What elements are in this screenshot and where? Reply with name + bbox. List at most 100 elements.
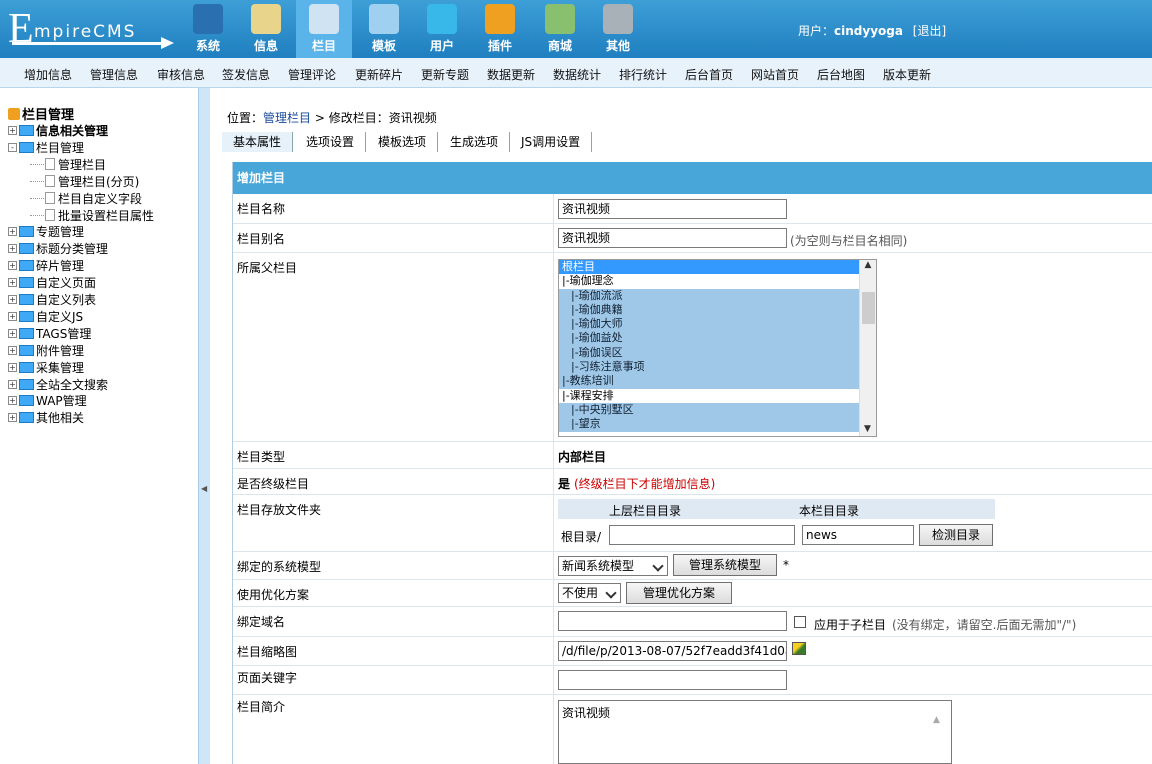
tree-item-10[interactable]: + 自定义列表: [8, 291, 96, 308]
tree-item-15[interactable]: + 全站全文搜索: [8, 376, 108, 393]
menu-item-2[interactable]: 审核信息: [157, 66, 205, 83]
row-alias: 栏目别名 资讯视频 (为空则与栏目名相同): [233, 224, 1152, 253]
domain-input[interactable]: [558, 611, 787, 631]
tree-item-17[interactable]: + 其他相关: [8, 409, 84, 426]
menu-item-5[interactable]: 更新碎片: [355, 66, 403, 83]
menu-item-8[interactable]: 数据统计: [553, 66, 601, 83]
expand-icon[interactable]: +: [8, 362, 17, 372]
nav-gear[interactable]: 其他: [590, 0, 646, 58]
tree-item-4[interactable]: 栏目自定义字段: [30, 190, 142, 207]
menu-item-10[interactable]: 后台首页: [685, 66, 733, 83]
expand-icon[interactable]: +: [8, 311, 17, 321]
menu-item-0[interactable]: 增加信息: [24, 66, 72, 83]
menu-item-13[interactable]: 版本更新: [883, 66, 931, 83]
manage-model-button[interactable]: 管理系统模型: [673, 554, 777, 576]
nav-card[interactable]: 商城: [532, 0, 588, 58]
menu-item-4[interactable]: 管理评论: [288, 66, 336, 83]
keywords-input[interactable]: [558, 670, 787, 690]
listbox-scrollbar[interactable]: ▲ ▼: [859, 260, 876, 436]
expand-icon[interactable]: +: [8, 126, 17, 135]
scroll-up-icon[interactable]: ▲: [860, 260, 876, 270]
tab-1[interactable]: 选项设置: [295, 132, 367, 152]
parent-column-listbox[interactable]: 根栏目 |-瑜伽理念 |-瑜伽流派 |-瑜伽典籍 |-瑜伽大师 |-瑜伽益处 |-瑜伽误区 |…: [558, 259, 877, 437]
parent-option[interactable]: |-瑜伽大师: [559, 317, 876, 332]
nav-folder[interactable]: 栏目: [296, 0, 352, 58]
parent-option[interactable]: |-瑜伽典籍: [559, 302, 876, 318]
scroll-thumb[interactable]: [862, 292, 875, 324]
parent-option[interactable]: 根栏目: [559, 260, 876, 275]
page-icon: [45, 209, 55, 221]
intro-textarea[interactable]: 资讯视频: [558, 700, 952, 764]
expand-icon[interactable]: +: [8, 244, 17, 254]
expand-icon[interactable]: +: [8, 261, 17, 271]
parent-option[interactable]: |-瑜伽误区: [559, 345, 876, 361]
tree-item-3[interactable]: 管理栏目(分页): [30, 173, 139, 190]
menu-item-3[interactable]: 签发信息: [222, 66, 270, 83]
folder-input[interactable]: news: [802, 525, 914, 545]
tab-3[interactable]: 生成选项: [439, 132, 511, 152]
parent-option[interactable]: |-中央别墅区: [559, 402, 876, 418]
menu-item-11[interactable]: 网站首页: [751, 66, 799, 83]
name-input[interactable]: 资讯视频: [558, 199, 787, 219]
menu-item-1[interactable]: 管理信息: [90, 66, 138, 83]
parent-folder-input[interactable]: [609, 525, 795, 545]
parent-option[interactable]: |-瑜伽理念: [559, 274, 876, 289]
tree-item-2[interactable]: 管理栏目: [30, 156, 106, 173]
alias-input[interactable]: 资讯视频: [558, 228, 787, 248]
nav-window[interactable]: 模板: [356, 0, 412, 58]
menu-item-6[interactable]: 更新专题: [421, 66, 469, 83]
folder-icon: [19, 243, 34, 255]
tree-item-1[interactable]: - 栏目管理: [8, 139, 84, 156]
expand-icon[interactable]: +: [8, 295, 17, 304]
tab-0[interactable]: 基本属性: [222, 132, 294, 152]
tree-item-0[interactable]: + 信息相关管理: [8, 122, 108, 139]
parent-option[interactable]: |-习练注意事项: [559, 360, 876, 375]
thumbnail-input[interactable]: /d/file/p/2013-08-07/52f7eadd3f41d0a5ac: [558, 641, 787, 661]
expand-icon[interactable]: +: [8, 345, 17, 355]
nav-user[interactable]: 用户: [414, 0, 470, 58]
nav-globe[interactable]: 系统: [180, 0, 236, 58]
tree-item-5[interactable]: 批量设置栏目属性: [30, 207, 154, 224]
tree-item-11[interactable]: + 自定义JS: [8, 308, 83, 325]
menu-item-12[interactable]: 后台地图: [817, 66, 865, 83]
parent-option[interactable]: |-瑜伽益处: [559, 331, 876, 346]
panel-splitter[interactable]: ◀: [198, 88, 210, 764]
collapse-icon[interactable]: -: [8, 142, 17, 152]
manage-optimize-button[interactable]: 管理优化方案: [626, 582, 732, 604]
scroll-down-icon[interactable]: ▼: [860, 424, 875, 434]
parent-option[interactable]: |-瑜伽流派: [559, 288, 876, 303]
select-image-icon[interactable]: [792, 642, 806, 655]
tree-item-6[interactable]: + 专题管理: [8, 223, 84, 240]
tree-item-14[interactable]: + 采集管理: [8, 359, 84, 376]
tab-2[interactable]: 模板选项: [367, 132, 439, 152]
tree-item-7[interactable]: + 标题分类管理: [8, 240, 108, 257]
tree-item-13[interactable]: + 附件管理: [8, 342, 84, 359]
parent-option[interactable]: |-望京: [559, 417, 876, 432]
optimize-select[interactable]: 不使用: [558, 583, 621, 603]
nav-notepad[interactable]: 信息: [238, 0, 294, 58]
tree-item-9[interactable]: + 自定义页面: [8, 274, 96, 291]
menu-item-9[interactable]: 排行统计: [619, 66, 667, 83]
parent-option[interactable]: |-课程安排: [559, 388, 876, 403]
expand-icon[interactable]: +: [8, 278, 17, 288]
expand-icon[interactable]: +: [8, 413, 17, 423]
expand-icon[interactable]: +: [8, 396, 17, 406]
breadcrumb-link-manage[interactable]: 管理栏目: [263, 111, 311, 125]
expand-icon[interactable]: +: [8, 379, 17, 389]
tab-4[interactable]: JS调用设置: [510, 132, 593, 152]
apply-subcolumn-checkbox[interactable]: [794, 616, 806, 628]
check-folder-button[interactable]: 检测目录: [919, 524, 993, 546]
nav-tools[interactable]: 插件: [472, 0, 528, 58]
row-type: 栏目类型 内部栏目: [233, 442, 1152, 469]
expand-icon[interactable]: +: [8, 328, 17, 338]
logout-link[interactable]: [退出]: [913, 24, 946, 38]
tree-item-8[interactable]: + 碎片管理: [8, 257, 84, 274]
menu-item-7[interactable]: 数据更新: [487, 66, 535, 83]
tree-item-16[interactable]: + WAP管理: [8, 392, 87, 409]
tree-item-12[interactable]: + TAGS管理: [8, 325, 91, 342]
collapse-arrow-icon[interactable]: ◀: [201, 484, 207, 493]
textarea-scroll-up-icon[interactable]: ▲: [933, 715, 940, 725]
parent-option[interactable]: |-教练培训: [559, 374, 876, 389]
expand-icon[interactable]: +: [8, 227, 17, 237]
model-select[interactable]: 新闻系统模型: [558, 556, 668, 576]
